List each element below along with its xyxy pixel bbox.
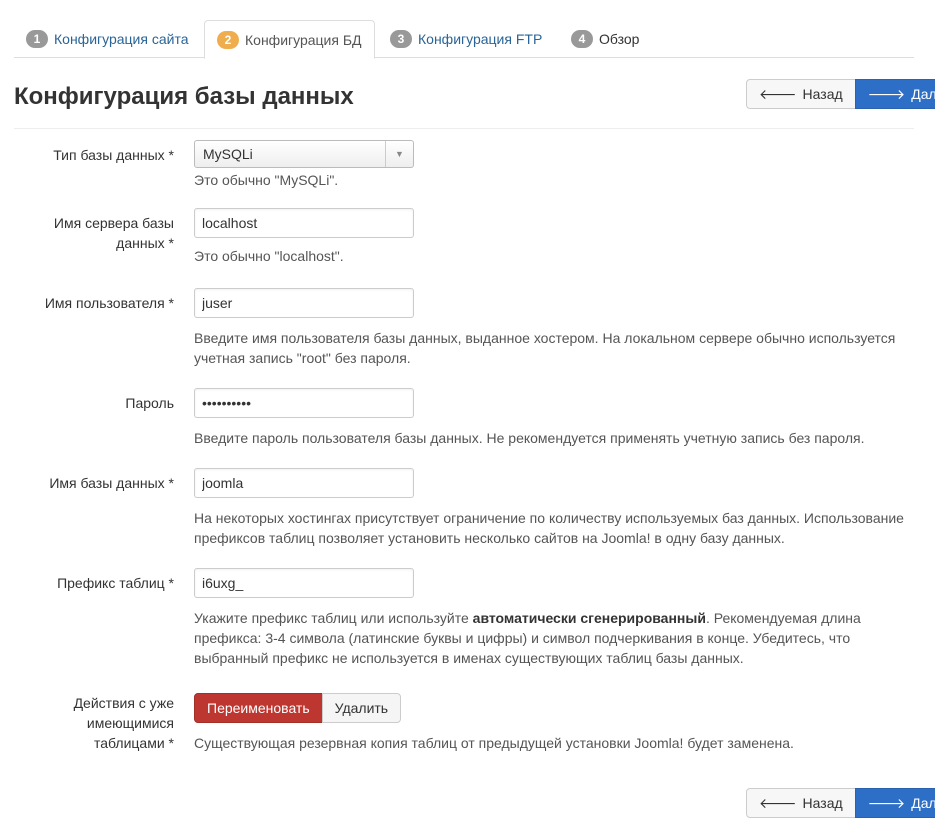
page-title: Конфигурация базы данных (14, 83, 354, 110)
footer-back-button[interactable]: 🡐 Назад (746, 788, 856, 818)
tab-db-config[interactable]: 2 Конфигурация БД (204, 20, 375, 59)
old-tables-toggle: Переименовать Удалить (194, 693, 914, 723)
tab-overview[interactable]: 4 Обзор (559, 20, 651, 58)
chevron-down-icon: ▼ (385, 141, 413, 167)
user-input[interactable] (194, 288, 414, 318)
db-name-help: На некоторых хостингах присутствует огра… (194, 510, 904, 546)
tab-label: Конфигурация FTP (418, 31, 543, 47)
next-label: Далее (911, 86, 935, 102)
db-name-label: Имя базы данных * (49, 475, 174, 491)
prefix-input[interactable] (194, 568, 414, 598)
footer-next-button[interactable]: 🡒 Далее (854, 788, 935, 818)
back-label: Назад (802, 86, 843, 102)
tab-label: Конфигурация сайта (54, 31, 189, 47)
tab-site-config[interactable]: 1 Конфигурация сайта (14, 20, 201, 58)
password-label: Пароль (125, 395, 174, 411)
prefix-help-text: Укажите префикс таблиц или используйте (194, 610, 473, 626)
db-name-input[interactable] (194, 468, 414, 498)
old-tables-help: Существующая резервная копия таблиц от п… (194, 735, 794, 751)
user-label: Имя пользователя * (44, 295, 174, 311)
db-type-select[interactable]: MySQLi ▼ (194, 140, 414, 168)
tab-ftp-config[interactable]: 3 Конфигурация FTP (378, 20, 554, 58)
step-badge: 4 (571, 30, 593, 48)
host-input[interactable] (194, 208, 414, 238)
header-nav-buttons: 🡐 Назад 🡒 Далее (746, 79, 935, 109)
step-badge: 2 (217, 30, 239, 49)
user-help: Введите имя пользователя базы данных, вы… (194, 330, 896, 366)
step-badge: 1 (26, 30, 48, 48)
db-type-label: Тип базы данных * (53, 147, 174, 163)
arrow-left-icon: 🡐 (759, 86, 797, 102)
host-label: Имя сервера базы данных * (53, 215, 174, 251)
wizard-tabs: 1 Конфигурация сайта 2 Конфигурация БД 3… (14, 20, 914, 59)
password-input[interactable] (194, 388, 414, 418)
db-type-value: MySQLi (203, 146, 253, 162)
footer-nav-buttons: 🡐 Назад 🡒 Далее (746, 788, 935, 818)
back-button[interactable]: 🡐 Назад (746, 79, 856, 109)
db-type-help: Это обычно "MySQLi". (194, 172, 339, 188)
old-tables-label: Действия с уже имеющимися таблицами * (73, 695, 174, 751)
rename-button[interactable]: Переименовать (194, 693, 323, 723)
next-button[interactable]: 🡒 Далее (854, 79, 935, 109)
arrow-right-icon: 🡒 (867, 86, 906, 102)
divider (14, 128, 914, 129)
prefix-help: Укажите префикс таблиц или используйте а… (194, 608, 914, 668)
host-help: Это обычно "localhost". (194, 248, 344, 264)
back-label: Назад (802, 795, 843, 811)
arrow-left-icon: 🡐 (759, 795, 797, 811)
next-label: Далее (911, 795, 935, 811)
tab-label: Обзор (599, 31, 640, 47)
step-badge: 3 (390, 30, 412, 48)
arrow-right-icon: 🡒 (867, 795, 906, 811)
delete-button[interactable]: Удалить (321, 693, 402, 723)
tab-label: Конфигурация БД (245, 31, 362, 48)
auto-generated-link[interactable]: автоматически сгенерированный (473, 610, 706, 626)
password-help: Введите пароль пользователя базы данных.… (194, 430, 865, 446)
prefix-label: Префикс таблиц * (57, 575, 174, 591)
